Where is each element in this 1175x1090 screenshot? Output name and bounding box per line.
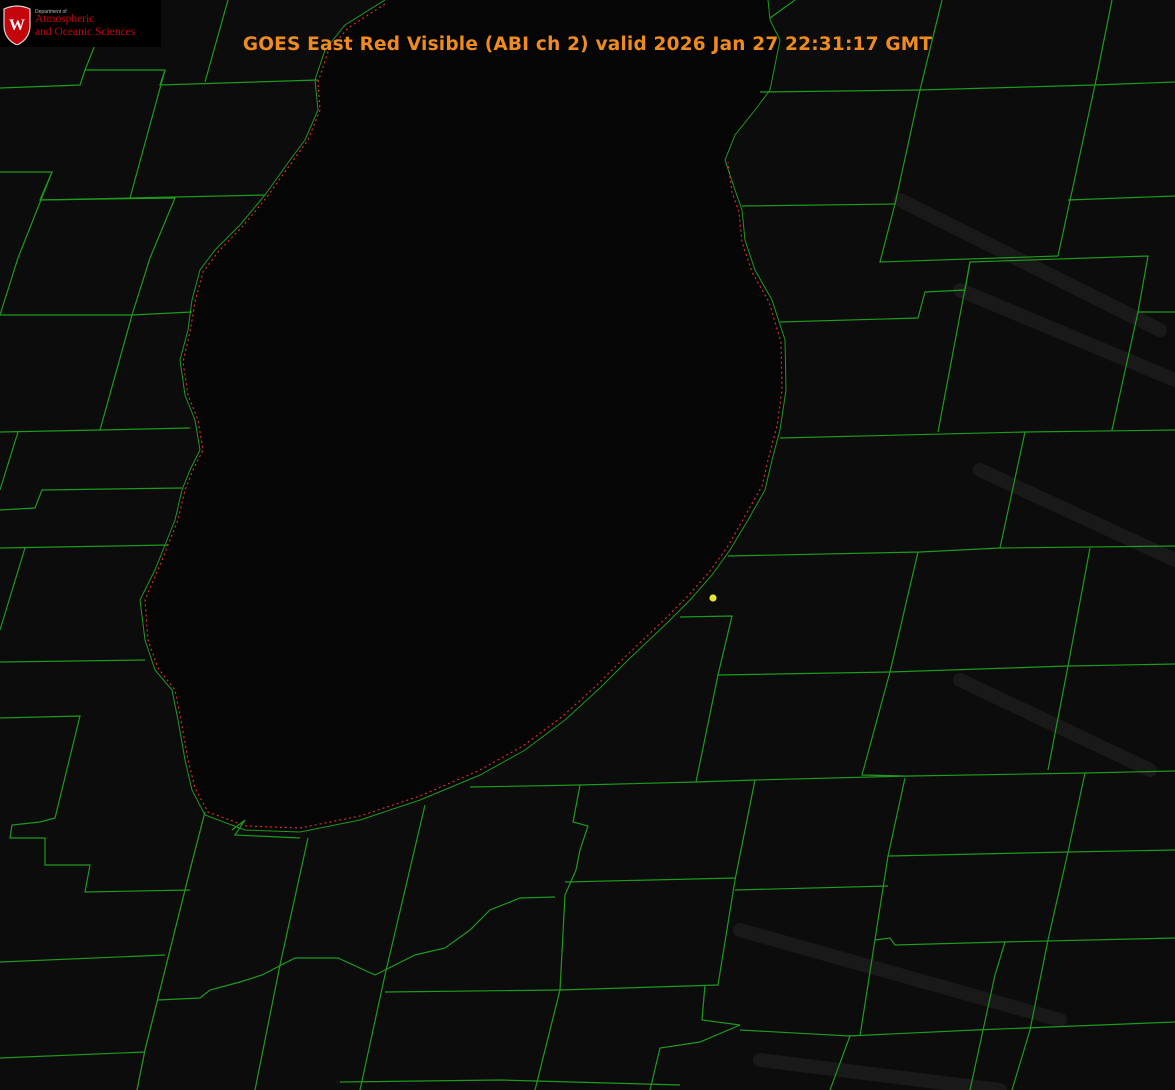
station-marker (709, 594, 717, 602)
svg-text:W: W (9, 17, 25, 34)
aos-logo: W Department of Atmospheric and Oceanic … (0, 0, 161, 47)
image-title: GOES East Red Visible (ABI ch 2) valid 2… (242, 34, 933, 55)
uw-crest-icon: W (3, 5, 31, 45)
satellite-map (0, 0, 1175, 1090)
logo-line-2: and Oceanic Sciences (35, 26, 136, 38)
logo-line-1: Atmospheric (35, 13, 95, 25)
